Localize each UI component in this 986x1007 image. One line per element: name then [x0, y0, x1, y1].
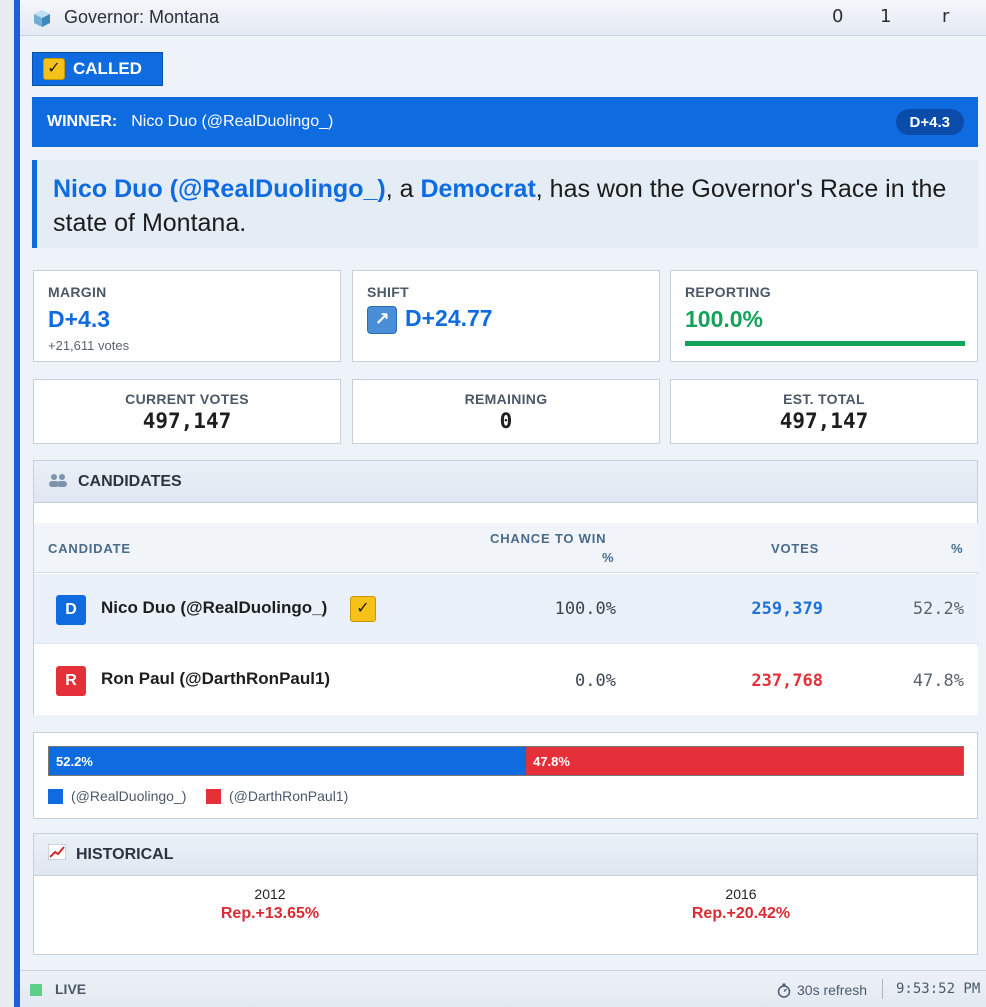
remaining-caption: REMAINING: [464, 391, 548, 407]
col-chance[interactable]: CHANCE TO WIN: [490, 531, 606, 546]
legend-swatch-dem: [48, 788, 63, 804]
clock: 9:53:52 PM: [896, 981, 981, 997]
margin-value: D+4.3: [48, 306, 111, 332]
table-row[interactable]: R Ron Paul (@DarthRonPaul1) 0.0% 237,768…: [34, 645, 978, 715]
reporting-caption: REPORTING: [685, 284, 771, 300]
ballot-box-icon: [34, 9, 50, 27]
candidate-name: Nico Duo (@RealDuolingo_): [101, 598, 328, 617]
reporting-value: 100.0%: [685, 306, 764, 332]
statement-sep: , a: [385, 175, 421, 203]
statement-party: Democrat: [420, 175, 536, 203]
status-bar: LIVE 30s refresh 9:53:52 PM: [20, 970, 986, 1007]
arrow-up-right-icon: ↗: [367, 305, 397, 334]
reporting-progress-track: [685, 341, 965, 346]
winner-name: Nico Duo (@RealDuolingo_): [131, 113, 334, 130]
reporting-card: REPORTING 100.0%: [670, 270, 978, 362]
refresh-toggle[interactable]: 30s refresh: [777, 982, 867, 998]
party-badge-dem: D: [56, 595, 86, 625]
est-total-card: EST. TOTAL 497,147: [670, 379, 978, 444]
candidates-table-header: CANDIDATE CHANCE TO WIN % VOTES %: [34, 523, 978, 573]
historical-year: 2012: [254, 886, 286, 902]
minimize-button[interactable]: 0: [832, 6, 843, 27]
legend-rep: (@DarthRonPaul1): [206, 788, 348, 804]
live-indicator-icon: [30, 984, 42, 996]
legend-rep-label: (@DarthRonPaul1): [229, 788, 349, 804]
candidate-pct: 47.8%: [912, 671, 964, 691]
left-rail: [0, 0, 20, 1007]
race-window: Governor: Montana 0 1 r ✓ CALLED WINNER:…: [20, 0, 986, 1007]
candidates-heading: CANDIDATES: [78, 472, 182, 490]
col-candidate[interactable]: CANDIDATE: [48, 541, 131, 556]
result-statement: Nico Duo (@RealDuolingo_), a Democrat, h…: [32, 160, 978, 248]
candidate-votes: 237,768: [751, 671, 823, 691]
called-badge: ✓ CALLED: [32, 52, 163, 86]
stopwatch-icon: [777, 983, 791, 998]
current-votes-card: CURRENT VOTES 497,147: [33, 379, 341, 444]
table-row[interactable]: D Nico Duo (@RealDuolingo_) ✓ 100.0% 259…: [34, 574, 978, 644]
winner-label: WINNER:: [47, 113, 118, 130]
historical-year: 2016: [725, 886, 757, 902]
candidates-section: CANDIDATES CANDIDATE CHANCE TO WIN % VOT…: [33, 460, 978, 715]
historical-header: HISTORICAL: [34, 834, 977, 876]
maximize-button[interactable]: 1: [880, 6, 891, 27]
legend-swatch-rep: [206, 788, 221, 804]
title-bar[interactable]: Governor: Montana 0 1 r: [20, 0, 986, 36]
est-total-caption: EST. TOTAL: [783, 391, 865, 407]
reporting-progress-fill: [685, 341, 965, 346]
margin-pill: D+4.3: [895, 109, 964, 135]
candidate-pct: 52.2%: [912, 599, 964, 619]
historical-section: HISTORICAL 2012 Rep.+13.65% 2016 Rep.+20…: [33, 833, 978, 955]
close-button[interactable]: r: [942, 6, 949, 27]
remaining-value: 0: [499, 409, 513, 433]
margin-caption: MARGIN: [48, 284, 107, 300]
winner-check-icon: ✓: [350, 596, 376, 622]
refresh-label: 30s refresh: [797, 982, 868, 998]
shift-card: SHIFT ↗ D+24.77: [352, 270, 660, 362]
called-label: CALLED: [73, 59, 142, 78]
candidates-header: CANDIDATES: [34, 461, 977, 503]
candidate-chance: 0.0%: [575, 671, 616, 691]
dem-share-segment: 52.2%: [49, 747, 527, 775]
current-votes-caption: CURRENT VOTES: [125, 391, 249, 407]
candidate-chance: 100.0%: [554, 599, 616, 619]
historical-value: Rep.+13.65%: [220, 905, 320, 922]
historical-2012: 2012 Rep.+13.65%: [120, 886, 420, 923]
party-badge-rep: R: [56, 666, 86, 696]
status-divider: [882, 979, 883, 999]
shift-caption: SHIFT: [367, 284, 409, 300]
live-label: LIVE: [55, 981, 87, 997]
col-votes[interactable]: VOTES: [771, 541, 819, 556]
people-icon: [48, 473, 68, 490]
margin-votes: +21,611 votes: [48, 338, 130, 353]
window-title: Governor: Montana: [64, 7, 220, 27]
col-pct[interactable]: %: [951, 541, 963, 556]
shift-row: ↗ D+24.77: [367, 305, 659, 334]
margin-card: MARGIN D+4.3 +21,611 votes: [33, 270, 341, 362]
est-total-value: 497,147: [779, 409, 869, 433]
legend-dem-label: (@RealDuolingo_): [71, 788, 187, 804]
shift-value: D+24.77: [405, 305, 493, 331]
rep-share-segment: 47.8%: [526, 747, 963, 775]
candidate-votes: 259,379: [751, 599, 823, 619]
winner-bar: WINNER: Nico Duo (@RealDuolingo_) D+4.3: [32, 97, 978, 147]
candidate-name: Ron Paul (@DarthRonPaul1): [101, 669, 331, 688]
legend-dem: (@RealDuolingo_): [48, 788, 186, 804]
col-chance-pct: %: [602, 550, 615, 565]
trend-chart-icon: [47, 843, 67, 865]
historical-value: Rep.+20.42%: [691, 905, 791, 922]
historical-2016: 2016 Rep.+20.42%: [591, 886, 891, 923]
vote-share-bar: 52.2% 47.8%: [48, 746, 964, 776]
current-votes-value: 497,147: [142, 409, 232, 433]
statement-name: Nico Duo (@RealDuolingo_): [53, 175, 386, 203]
remaining-card: REMAINING 0: [352, 379, 660, 444]
historical-heading: HISTORICAL: [76, 845, 174, 863]
check-icon: ✓: [43, 58, 65, 80]
